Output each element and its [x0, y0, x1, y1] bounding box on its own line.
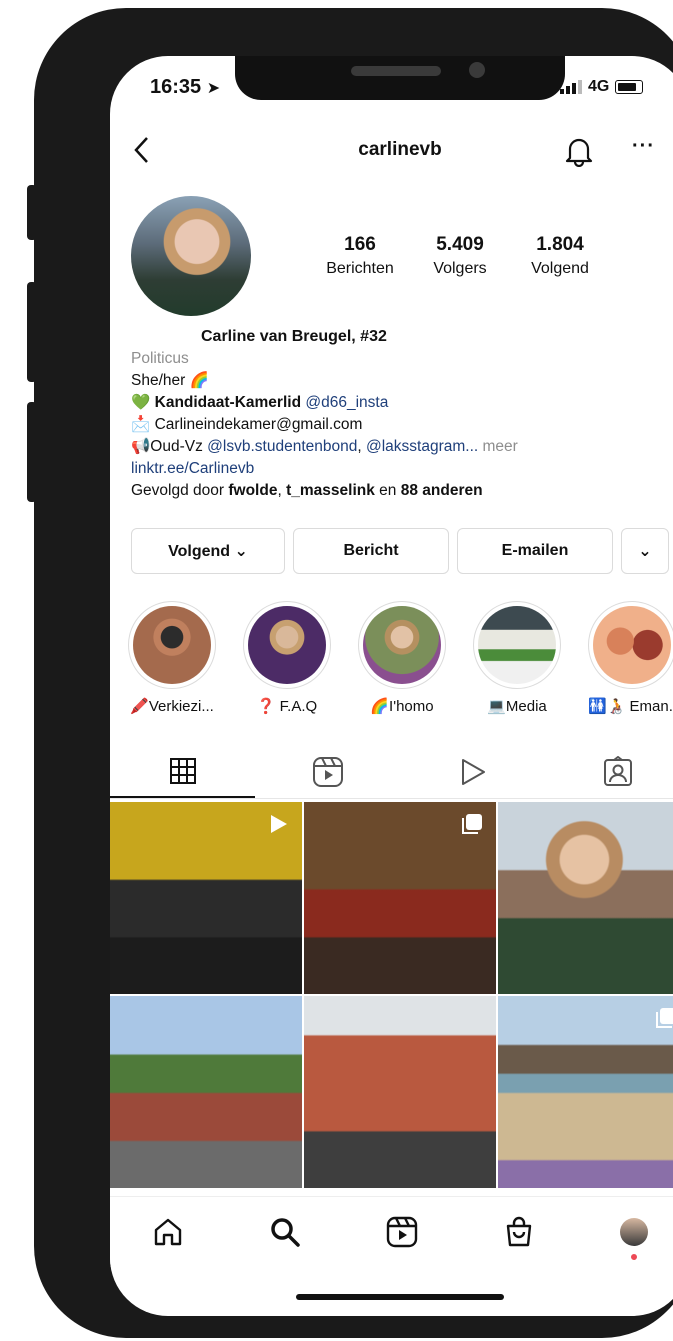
speaker: [351, 66, 441, 76]
highlight-cover: [593, 606, 671, 684]
stat-following-count: 1.804: [536, 234, 584, 255]
highlight-cover: [133, 606, 211, 684]
followed-by-separator: ,: [277, 482, 282, 499]
stat-followers-count: 5.409: [436, 234, 484, 255]
home-icon[interactable]: [152, 1216, 184, 1248]
network-label: 4G: [588, 78, 610, 95]
reels-icon: [312, 757, 343, 787]
mention-laks[interactable]: @laksstagram...: [366, 438, 478, 455]
category-label: Politicus: [131, 350, 189, 367]
followed-by[interactable]: Gevolgd door fwolde, t_masselink en 88 a…: [131, 480, 671, 502]
stat-following[interactable]: 1.804 Volgend: [510, 234, 610, 278]
highlight-label: 🚻🧑‍🦽 Eman...: [588, 698, 673, 715]
profile-actions: Volgend ⌄ Bericht E-mailen ⌄: [131, 528, 669, 574]
highlight-label: 🖍️Verkiezi...: [130, 698, 214, 715]
tab-tagged[interactable]: [545, 746, 673, 798]
profile-avatar-tab[interactable]: [619, 1218, 648, 1260]
stat-posts[interactable]: 166 Berichten: [310, 234, 410, 278]
followed-by-and: en: [379, 482, 397, 499]
battery-icon: [615, 80, 644, 94]
website-link[interactable]: linktr.ee/Carlinevb: [131, 458, 671, 480]
play-icon: [461, 759, 485, 785]
screen: 16:35 ➤ 4G carlinevb ··· 166 Berichten 5…: [110, 56, 673, 1316]
post-tile[interactable]: [110, 802, 302, 994]
highlight-faq[interactable]: ❓ F.A.Q: [243, 601, 331, 715]
stat-posts-label: Berichten: [326, 260, 394, 277]
carousel-icon: [656, 1008, 673, 1028]
profile-avatar[interactable]: [131, 196, 251, 316]
bottom-navigation: [110, 1196, 673, 1267]
highlight-label: ❓ F.A.Q: [256, 698, 318, 715]
bio-line-email: 📩 Carlineindekamer@gmail.com: [131, 416, 363, 433]
profile-stats: 166 Berichten 5.409 Volgers 1.804 Volgen…: [310, 234, 610, 278]
highlight-cover: [478, 606, 556, 684]
highlight-cover: [248, 606, 326, 684]
tagged-icon: [603, 756, 632, 786]
following-button[interactable]: Volgend ⌄: [131, 528, 285, 574]
highlight-ring: [128, 601, 216, 689]
shop-icon[interactable]: [503, 1216, 535, 1248]
message-button[interactable]: Bericht: [293, 528, 449, 574]
followed-by-prefix: Gevolgd door: [131, 482, 225, 499]
profile-tabs: [110, 746, 673, 799]
profile-header: carlinevb ···: [110, 131, 673, 171]
bio-more-link[interactable]: meer: [483, 438, 518, 455]
highlight-ring: [358, 601, 446, 689]
bio-former-text: 📢Oud-Vz: [131, 438, 203, 455]
followed-by-user-1: fwolde: [228, 482, 278, 499]
profile-bio: Carline van Breugel, #32 Politicus She/h…: [131, 326, 671, 502]
post-tile[interactable]: [498, 996, 673, 1188]
grid-icon: [169, 758, 196, 784]
post-tile[interactable]: [304, 996, 496, 1188]
status-time: 16:35 ➤: [150, 76, 221, 98]
reels-icon[interactable]: [386, 1216, 418, 1248]
bio-line-candidate: 💚 Kandidaat-Kamerlid @d66_insta: [131, 392, 671, 414]
highlight-ring: [473, 601, 561, 689]
tab-videos[interactable]: [400, 746, 545, 798]
stat-following-label: Volgend: [531, 260, 589, 277]
highlight-emancipatie[interactable]: 🚻🧑‍🦽 Eman...: [588, 601, 673, 715]
more-options-icon[interactable]: ···: [632, 135, 655, 158]
bio-line-former: 📢Oud-Vz @lsvb.studentenbond, @laksstagra…: [131, 436, 671, 458]
suggestions-dropdown-button[interactable]: ⌄: [621, 528, 669, 574]
highlight-label: 🌈I'homo: [370, 698, 434, 715]
front-camera: [469, 62, 485, 78]
highlight-label: 💻Media: [487, 698, 547, 715]
stat-followers[interactable]: 5.409 Volgers: [410, 234, 510, 278]
carousel-icon: [462, 814, 482, 834]
mention-lsvb[interactable]: @lsvb.studentenbond: [207, 438, 357, 455]
bio-pronouns: She/her 🌈: [131, 372, 209, 389]
stat-followers-label: Volgers: [433, 260, 487, 277]
mention-d66[interactable]: @d66_insta: [305, 394, 388, 411]
phone-frame: 16:35 ➤ 4G carlinevb ··· 166 Berichten 5…: [34, 8, 673, 1338]
followed-by-user-2: t_masselink: [286, 482, 375, 499]
bio-candidate-text: Kandidaat-Kamerlid: [154, 394, 302, 411]
post-tile[interactable]: [304, 802, 496, 994]
posts-grid: [110, 802, 673, 1188]
bell-icon[interactable]: [564, 135, 594, 172]
post-tile[interactable]: [110, 996, 302, 1188]
highlight-ring: [588, 601, 673, 689]
highlight-ring: [243, 601, 331, 689]
post-tile[interactable]: [498, 802, 673, 994]
search-icon[interactable]: [269, 1216, 301, 1248]
tab-reels[interactable]: [255, 746, 400, 798]
stat-posts-count: 166: [344, 234, 376, 255]
email-button[interactable]: E-mailen: [457, 528, 613, 574]
display-name: Carline van Breugel, #32: [201, 328, 387, 345]
highlight-media[interactable]: 💻Media: [473, 601, 561, 715]
story-highlights: 🖍️Verkiezi... ❓ F.A.Q 🌈I'homo 💻Media 🚻🧑‍…: [128, 601, 673, 715]
home-indicator[interactable]: [296, 1294, 504, 1300]
notification-dot: [630, 1254, 637, 1260]
highlight-cover: [363, 606, 441, 684]
notch: [235, 56, 565, 100]
followed-by-others: 88 anderen: [400, 482, 483, 499]
highlight-verkiezingen[interactable]: 🖍️Verkiezi...: [128, 601, 216, 715]
bio-separator: ,: [357, 438, 362, 455]
tab-grid[interactable]: [110, 746, 255, 798]
green-heart-icon: 💚: [131, 394, 151, 411]
status-indicators: 4G: [560, 78, 644, 96]
highlight-ihomo[interactable]: 🌈I'homo: [358, 601, 446, 715]
reel-icon: [271, 815, 287, 833]
